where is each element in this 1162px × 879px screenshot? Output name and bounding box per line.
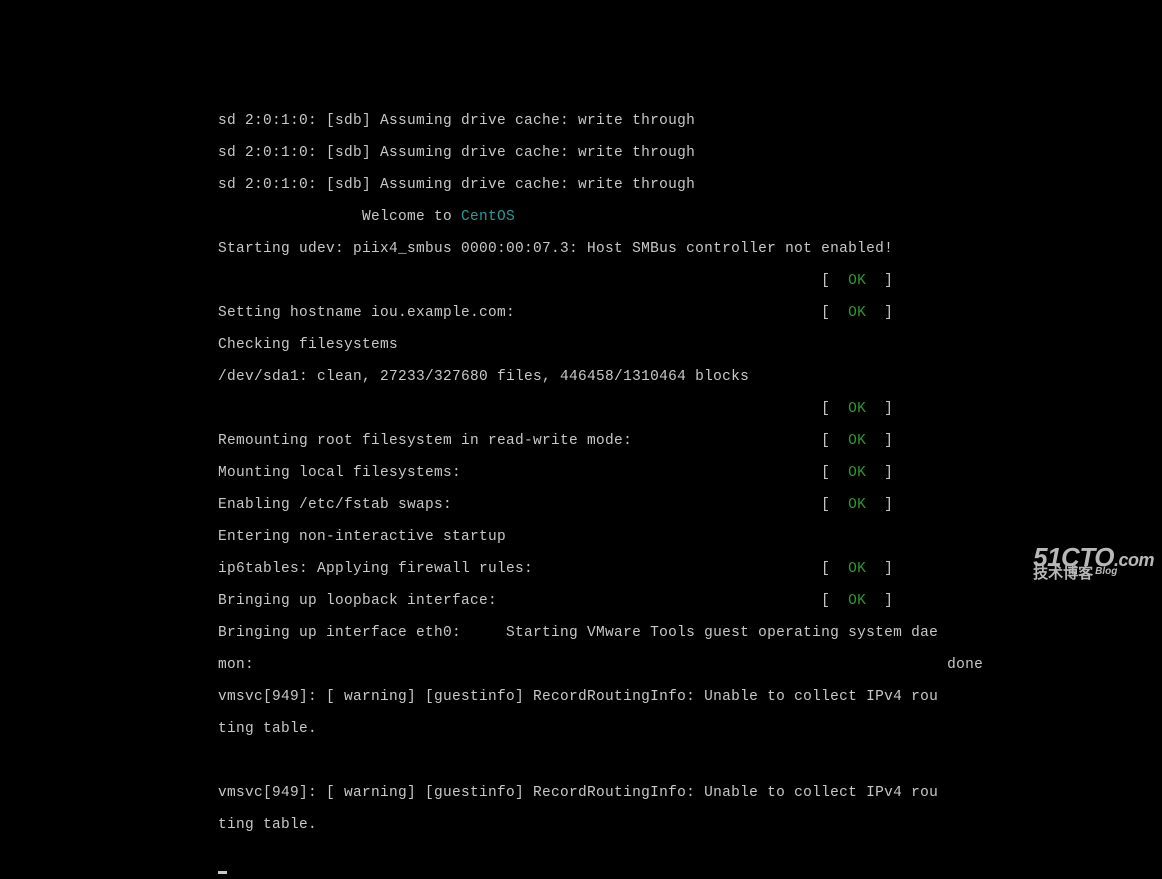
boot-line: vmsvc[949]: [ warning] [guestinfo] Recor… — [218, 689, 948, 705]
status-ok: OK — [848, 273, 866, 289]
watermark: 51CTO.com 技术博客Blog — [1033, 549, 1154, 582]
boot-line: Checking filesystems — [218, 337, 948, 353]
boot-line: sd 2:0:1:0: [sdb] Assuming drive cache: … — [218, 145, 948, 161]
status-ok: OK — [848, 305, 866, 321]
status-ok: OK — [848, 401, 866, 417]
boot-line — [218, 753, 948, 769]
boot-console: sd 2:0:1:0: [sdb] Assuming drive cache: … — [218, 97, 948, 879]
status-line: [ OK ] — [218, 401, 948, 417]
boot-line: ting table. — [218, 721, 948, 737]
boot-line: Bringing up interface eth0: Starting VMw… — [218, 625, 948, 641]
cursor-icon — [218, 871, 227, 874]
status-line: Mounting local filesystems: [ OK ] — [218, 465, 948, 481]
os-name: CentOS — [461, 209, 515, 225]
status-line: Enabling /etc/fstab swaps: [ OK ] — [218, 497, 948, 513]
welcome-line: Welcome to CentOS — [218, 209, 948, 225]
boot-line: Starting udev: piix4_smbus 0000:00:07.3:… — [218, 241, 948, 257]
status-ok: OK — [848, 433, 866, 449]
status-line: ip6tables: Applying firewall rules: [ OK… — [218, 561, 948, 577]
boot-line: Entering non-interactive startup — [218, 529, 948, 545]
status-line: Remounting root filesystem in read-write… — [218, 433, 948, 449]
status-line: Setting hostname iou.example.com: [ OK ] — [218, 305, 948, 321]
status-ok: OK — [848, 465, 866, 481]
boot-line: sd 2:0:1:0: [sdb] Assuming drive cache: … — [218, 177, 948, 193]
status-ok: OK — [848, 593, 866, 609]
boot-line: ting table. — [218, 817, 948, 833]
boot-line: vmsvc[949]: [ warning] [guestinfo] Recor… — [218, 785, 948, 801]
status-ok: OK — [848, 497, 866, 513]
status-ok: OK — [848, 561, 866, 577]
boot-line: mon: done — [218, 657, 948, 673]
welcome-prefix: Welcome to — [218, 209, 461, 225]
boot-line: sd 2:0:1:0: [sdb] Assuming drive cache: … — [218, 113, 948, 129]
status-line: Bringing up loopback interface: [ OK ] — [218, 593, 948, 609]
boot-line: /dev/sda1: clean, 27233/327680 files, 44… — [218, 369, 948, 385]
status-line: [ OK ] — [218, 273, 948, 289]
